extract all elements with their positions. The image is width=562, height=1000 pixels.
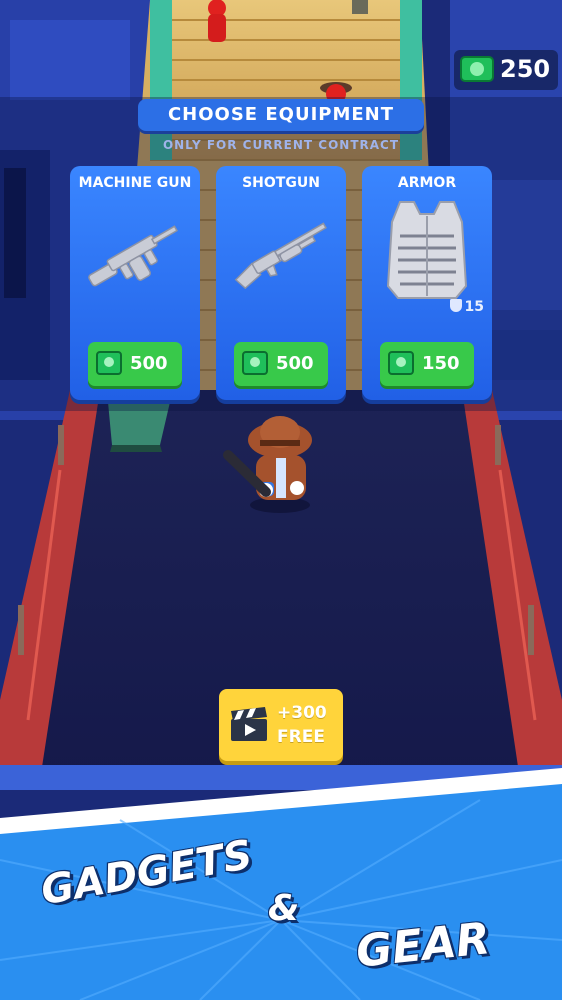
cash-amount: 250: [500, 55, 551, 83]
cash-counter: 250: [454, 50, 558, 90]
item-price: 500: [276, 353, 314, 374]
video-clapper-icon: [231, 707, 267, 741]
buy-armor-button[interactable]: 150: [380, 342, 474, 386]
item-name: SHOTGUN: [242, 175, 320, 191]
cash-icon: [96, 351, 122, 375]
armor-value-badge: 15: [449, 299, 484, 315]
armor-vest-icon: [370, 196, 484, 316]
ad-reward: +300: [277, 703, 327, 723]
item-price: 150: [422, 353, 460, 374]
panel-subtitle: ONLY FOR CURRENT CONTRACT: [162, 138, 400, 152]
banner-word-ampersand: &: [268, 888, 300, 929]
item-name: ARMOR: [397, 175, 457, 191]
free-cash-ad-button[interactable]: +300 FREE: [219, 689, 343, 761]
buy-shotgun-button[interactable]: 500: [234, 342, 328, 386]
shop-card-machine-gun[interactable]: MACHINE GUN 500: [70, 166, 200, 400]
shop-card-armor[interactable]: ARMOR 15 150: [362, 166, 492, 400]
shield-icon: [449, 299, 462, 312]
panel-title: CHOOSE EQUIPMENT: [138, 99, 424, 131]
item-name: MACHINE GUN: [78, 175, 192, 191]
shotgun-icon: [224, 196, 338, 316]
item-price: 500: [130, 353, 168, 374]
buy-machine-gun-button[interactable]: 500: [88, 342, 182, 386]
shop-card-shotgun[interactable]: SHOTGUN 500: [216, 166, 346, 400]
cash-icon: [242, 351, 268, 375]
ad-label: FREE: [277, 727, 325, 747]
cash-icon: [460, 56, 494, 82]
game-screen: 250 CHOOSE EQUIPMENT ONLY FOR CURRENT CO…: [0, 0, 562, 1000]
armor-value: 15: [464, 299, 484, 315]
machine-gun-icon: [78, 196, 192, 316]
cash-icon: [388, 351, 414, 375]
